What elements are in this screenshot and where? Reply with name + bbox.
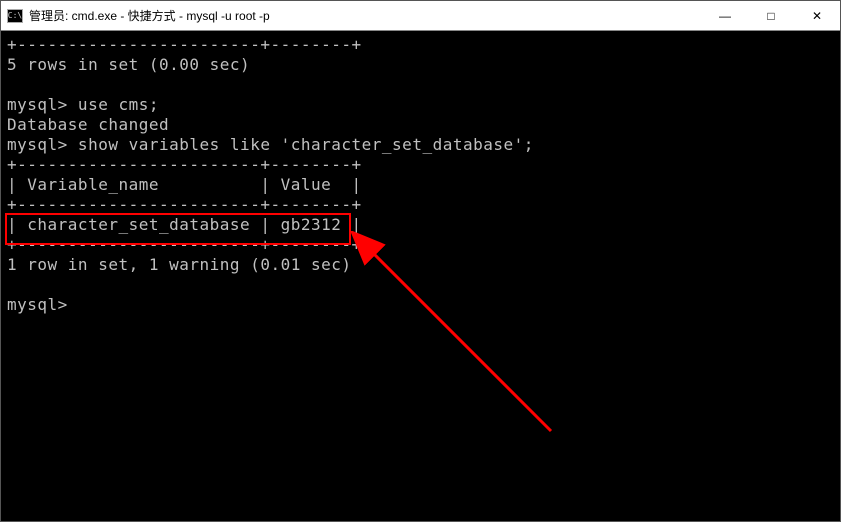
titlebar[interactable]: C:\ 管理员: cmd.exe - 快捷方式 - mysql -u root … bbox=[1, 1, 840, 31]
annotation-arrow-icon bbox=[351, 231, 571, 451]
cmd-window: C:\ 管理员: cmd.exe - 快捷方式 - mysql -u root … bbox=[0, 0, 841, 522]
command-text: show variables like 'character_set_datab… bbox=[68, 135, 534, 154]
table-border: +------------------------+--------+ bbox=[7, 195, 362, 214]
command-text: use cms; bbox=[68, 95, 159, 114]
window-controls: — □ ✕ bbox=[702, 1, 840, 30]
output-line: +------------------------+--------+ bbox=[7, 35, 362, 54]
close-button[interactable]: ✕ bbox=[794, 1, 840, 30]
output-line: 1 row in set, 1 warning (0.01 sec) bbox=[7, 255, 352, 274]
prompt: mysql> bbox=[7, 95, 68, 114]
output-line: Database changed bbox=[7, 115, 169, 134]
window-title: 管理员: cmd.exe - 快捷方式 - mysql -u root -p bbox=[29, 7, 702, 24]
table-header: | Variable_name | Value | bbox=[7, 175, 362, 194]
minimize-button[interactable]: — bbox=[702, 1, 748, 30]
table-border: +------------------------+--------+ bbox=[7, 155, 362, 174]
maximize-button[interactable]: □ bbox=[748, 1, 794, 30]
table-row: | character_set_database | gb2312 | bbox=[7, 215, 362, 234]
table-border: +------------------------+--------+ bbox=[7, 235, 362, 254]
output-line: 5 rows in set (0.00 sec) bbox=[7, 55, 250, 74]
terminal-area[interactable]: +------------------------+--------+ 5 ro… bbox=[1, 31, 840, 521]
cmd-icon: C:\ bbox=[7, 9, 23, 23]
prompt: mysql> bbox=[7, 295, 68, 314]
prompt: mysql> bbox=[7, 135, 68, 154]
